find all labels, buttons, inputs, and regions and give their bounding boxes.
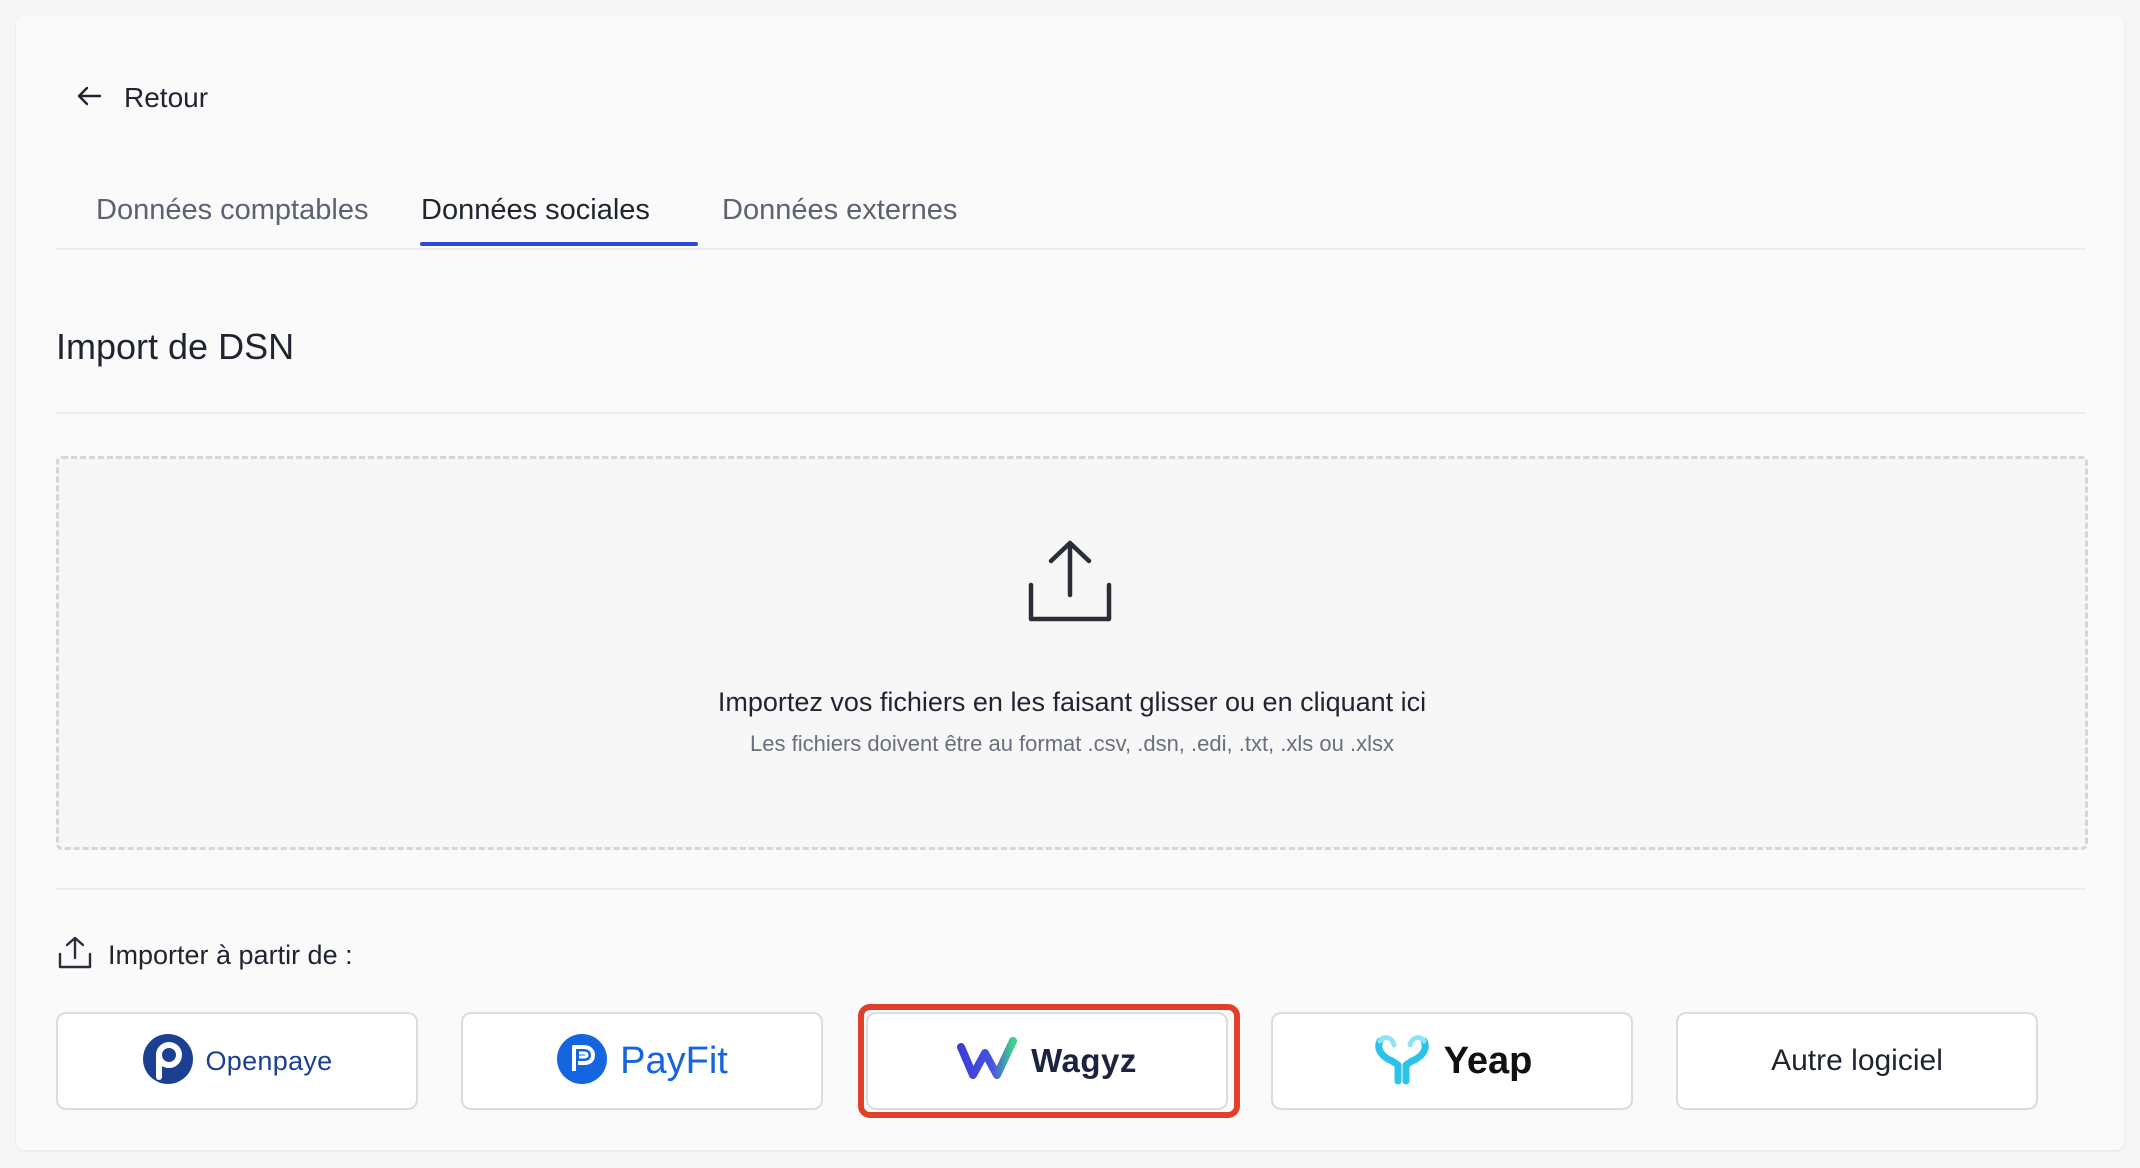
dropzone-format-hint: Les fichiers doivent être au format .csv… — [750, 731, 1394, 756]
upload-icon — [58, 936, 92, 975]
payfit-logo-icon — [556, 1033, 608, 1090]
openpaye-logo-icon — [142, 1033, 194, 1090]
provider-yeap-button[interactable]: Yeap — [1271, 1012, 1633, 1110]
tab-donnees-comptables[interactable]: Données comptables — [96, 194, 368, 227]
tab-donnees-externes[interactable]: Données externes — [722, 194, 957, 227]
back-label: Retour — [124, 82, 209, 113]
arrow-left-icon — [76, 85, 102, 112]
provider-wagyz-button[interactable]: Wagyz — [866, 1012, 1228, 1110]
provider-openpaye-button[interactable]: Openpaye — [56, 1012, 418, 1110]
yeap-logo-icon — [1372, 1031, 1432, 1092]
dropzone-main-text: Importez vos fichiers en les faisant gli… — [717, 687, 1427, 717]
provider-name: PayFit — [620, 1039, 728, 1082]
active-tab-indicator — [420, 242, 698, 246]
provider-other-button[interactable]: Autre logiciel — [1676, 1012, 2038, 1110]
upload-icon — [1027, 539, 1113, 630]
divider — [56, 412, 2086, 414]
provider-payfit-button[interactable]: PayFit — [461, 1012, 823, 1110]
back-link[interactable]: Retour — [76, 82, 208, 114]
provider-name: Wagyz — [1031, 1042, 1137, 1079]
import-from-heading: Importer à partir de : — [58, 936, 353, 975]
section-title: Import de DSN — [56, 326, 295, 367]
tab-donnees-sociales[interactable]: Données sociales — [421, 194, 650, 227]
file-dropzone[interactable]: Importez vos fichiers en les faisant gli… — [56, 456, 2088, 850]
provider-name: Yeap — [1443, 1039, 1533, 1082]
provider-name: Autre logiciel — [1771, 1044, 1943, 1077]
import-card: Retour Données comptables Données social… — [16, 16, 2124, 1150]
import-from-label: Importer à partir de : — [108, 940, 353, 970]
wagyz-logo-icon — [957, 1036, 1019, 1086]
divider — [56, 888, 2086, 890]
tab-bar: Données comptables Données sociales Donn… — [56, 166, 2086, 250]
provider-name: Openpaye — [205, 1045, 333, 1076]
